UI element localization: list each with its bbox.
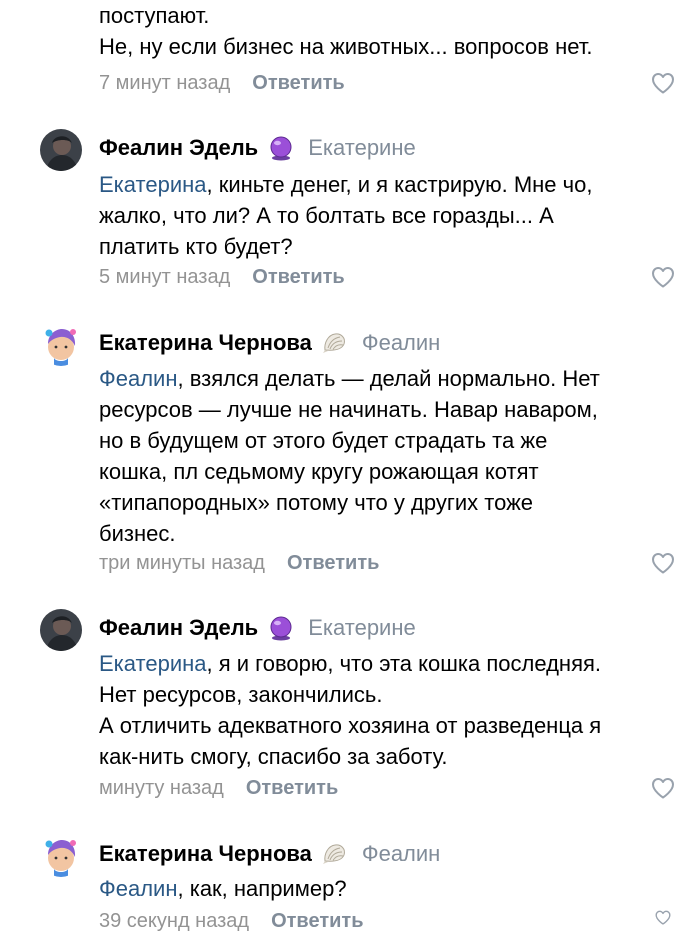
reply-to-name[interactable]: Феалин: [362, 841, 440, 867]
comment-header: Екатерина Чернова Феалин: [99, 839, 440, 869]
reply-to-name[interactable]: Екатерине: [308, 615, 416, 641]
comment-text-line: Феалин, как, например?: [99, 876, 347, 901]
reply-button[interactable]: Ответить: [246, 777, 338, 800]
reply-button[interactable]: Ответить: [287, 552, 379, 575]
comment-partial: поступают. Не, ну если бизнес на животны…: [0, 0, 700, 110]
crystal-ball-icon: [268, 615, 294, 641]
comment-meta: три минуты назад Ответить: [99, 549, 379, 577]
comment-text-line: поступают.: [99, 3, 210, 28]
comment-text-line: жалко, что ли? А то болтать все горазды.…: [99, 203, 554, 228]
comment-text-line: «типапородных» потому что у других тоже: [99, 490, 534, 515]
comment-text-line: кошка, пл седьмому кругу рожающая котят: [99, 459, 539, 484]
comment-text-line: ресурсов — лучше не начинать. Навар нава…: [99, 397, 598, 422]
comment-text-line: Екатерина, я и говорю, что эта кошка пос…: [99, 651, 602, 676]
like-heart-icon[interactable]: [651, 552, 675, 574]
comment-text-line: Нет ресурсов, закончились.: [99, 682, 383, 707]
comment-meta: 39 секунд назад Ответить: [99, 907, 364, 935]
comment-text-line: Не, ну если бизнес на животных... вопрос…: [99, 34, 593, 59]
reply-to-name[interactable]: Екатерине: [308, 135, 416, 161]
author-name[interactable]: Феалин Эдель: [99, 615, 258, 641]
comment-text-line: А отличить адекватного хозяина от развед…: [99, 713, 602, 738]
mention-link[interactable]: Екатерина: [99, 651, 207, 676]
like-heart-icon[interactable]: [651, 777, 675, 799]
like-heart-icon[interactable]: [651, 910, 675, 925]
author-name[interactable]: Екатерина Чернова: [99, 841, 312, 867]
comment-time: 5 минут назад: [99, 265, 231, 288]
comment-time: 39 секунд назад: [99, 909, 250, 932]
comment-text: Екатерина, киньте денег, и я кастрирую. …: [99, 169, 679, 262]
comment-text-line: Феалин, взялся делать — делай нормально.…: [99, 366, 600, 391]
reply-button[interactable]: Ответить: [271, 910, 363, 933]
avatar[interactable]: [40, 835, 82, 877]
comment-text: Феалин, как, например?: [99, 873, 679, 904]
like-heart-icon[interactable]: [651, 266, 675, 288]
reply-button[interactable]: Ответить: [252, 266, 344, 289]
comment-header: Екатерина Чернова Феалин: [99, 328, 440, 358]
like-heart-icon[interactable]: [651, 72, 675, 94]
reply-button[interactable]: Ответить: [252, 72, 344, 95]
reply-to-name[interactable]: Феалин: [362, 330, 440, 356]
mention-link[interactable]: Феалин: [99, 366, 177, 391]
avatar[interactable]: [40, 129, 82, 171]
seashell-icon: [322, 330, 348, 356]
comment-text-line: платить кто будет?: [99, 234, 293, 259]
comment-text: поступают. Не, ну если бизнес на животны…: [99, 0, 679, 62]
avatar[interactable]: [40, 609, 82, 651]
comment-meta: 5 минут назад Ответить: [99, 263, 345, 291]
author-name[interactable]: Феалин Эдель: [99, 135, 258, 161]
comment-text-line: Екатерина, киньте денег, и я кастрирую. …: [99, 172, 593, 197]
comment-meta: минуту назад Ответить: [99, 774, 338, 802]
comment-header: Феалин Эдель Екатерине: [99, 613, 416, 643]
comment-text-line: как-нить смогу, спасибо за заботу.: [99, 744, 448, 769]
comment-meta: 7 минут назад Ответить: [99, 69, 345, 97]
seashell-icon: [322, 841, 348, 867]
comment-time: 7 минут назад: [99, 71, 231, 94]
crystal-ball-icon: [268, 135, 294, 161]
mention-link[interactable]: Екатерина: [99, 172, 207, 197]
author-name[interactable]: Екатерина Чернова: [99, 330, 312, 356]
comment-time: три минуты назад: [99, 551, 265, 574]
comment-text: Феалин, взялся делать — делай нормально.…: [99, 363, 679, 549]
comment-time: минуту назад: [99, 776, 224, 799]
comment-text-line: но в будущем от этого будет страдать та …: [99, 428, 548, 453]
comment-text: Екатерина, я и говорю, что эта кошка пос…: [99, 648, 679, 772]
comment-header: Феалин Эдель Екатерине: [99, 133, 416, 163]
comment-text-line: бизнес.: [99, 521, 176, 546]
avatar[interactable]: [40, 324, 82, 366]
mention-link[interactable]: Феалин: [99, 876, 177, 901]
